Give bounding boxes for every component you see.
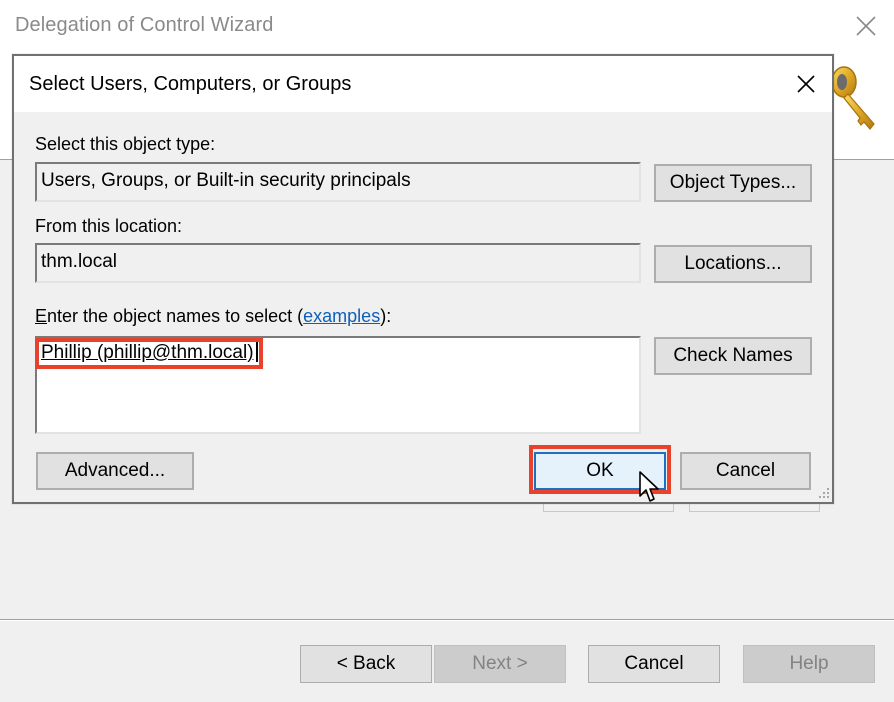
select-users-dialog: Select Users, Computers, or Groups Selec… — [12, 54, 834, 504]
names-entry[interactable]: Phillip (phillip@thm.local) — [41, 341, 258, 364]
object-names-label-end: ): — [380, 306, 392, 326]
close-icon[interactable] — [853, 13, 879, 39]
advanced-button[interactable]: Advanced... — [36, 452, 194, 490]
examples-link[interactable]: examples — [303, 306, 380, 326]
object-types-button[interactable]: Object Types... — [654, 164, 812, 202]
accelerator-key: E — [35, 306, 48, 326]
next-button[interactable]: Next > — [434, 645, 566, 683]
object-type-label: Select this object type: — [35, 134, 216, 154]
text-caret — [255, 341, 258, 362]
mouse-cursor-icon — [639, 471, 659, 502]
cancel-button[interactable]: Cancel — [680, 452, 811, 490]
names-entry-text: Phillip (phillip@thm.local) — [41, 342, 254, 363]
dialog-titlebar: Select Users, Computers, or Groups — [14, 56, 832, 112]
back-button[interactable]: < Back — [300, 645, 432, 683]
resize-grip-icon[interactable] — [817, 486, 831, 500]
close-icon[interactable] — [794, 72, 818, 96]
wizard-title: Delegation of Control Wizard — [15, 14, 274, 36]
location-label: From this location: — [35, 216, 183, 236]
wizard-cancel-button[interactable]: Cancel — [588, 645, 720, 683]
object-type-field: Users, Groups, or Built-in security prin… — [35, 162, 641, 202]
key-icon — [831, 66, 875, 130]
object-names-input[interactable]: Phillip (phillip@thm.local) — [35, 336, 641, 434]
locations-button[interactable]: Locations... — [654, 245, 812, 283]
dialog-title: Select Users, Computers, or Groups — [29, 73, 352, 95]
help-button[interactable]: Help — [743, 645, 875, 683]
location-field: thm.local — [35, 243, 641, 283]
object-names-label: Enter the object names to select (exampl… — [35, 306, 391, 327]
wizard-separator — [0, 619, 894, 620]
object-names-label-text: nter the object names to select ( — [47, 306, 304, 326]
check-names-button[interactable]: Check Names — [654, 337, 812, 375]
